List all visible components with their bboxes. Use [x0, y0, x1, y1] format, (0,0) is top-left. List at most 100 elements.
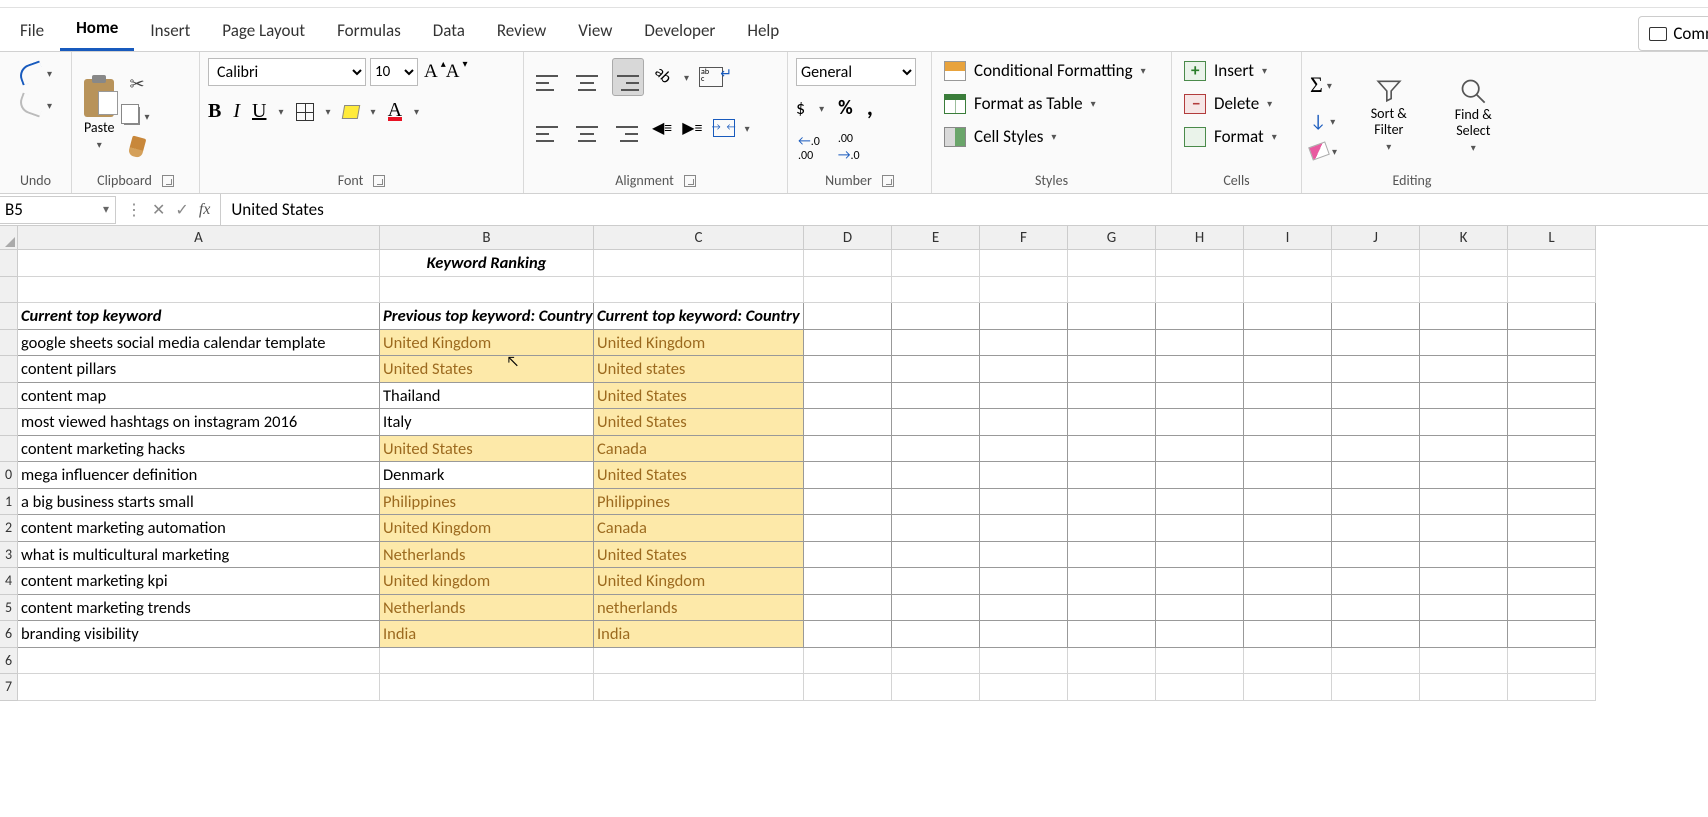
cell[interactable] [1420, 303, 1508, 330]
cell[interactable] [1508, 595, 1596, 622]
cell[interactable] [1420, 409, 1508, 436]
cell[interactable] [1420, 648, 1508, 675]
cell[interactable] [892, 648, 980, 675]
copy-button[interactable]: ▾ [124, 107, 149, 125]
cell[interactable] [1156, 621, 1244, 648]
cell[interactable]: most viewed hashtags on instagram 2016 [18, 409, 380, 436]
cell[interactable]: United States [594, 409, 804, 436]
cell[interactable] [804, 542, 892, 569]
spreadsheet-grid[interactable]: ABCDEFGHIJKL Keyword RankingCurrent top … [0, 226, 1708, 766]
row-header[interactable]: 6 [0, 621, 18, 648]
cell[interactable] [1068, 515, 1156, 542]
cell[interactable] [804, 595, 892, 622]
cell[interactable] [1508, 489, 1596, 516]
cell[interactable]: netherlands [594, 595, 804, 622]
cell[interactable] [1244, 674, 1332, 701]
cell[interactable] [980, 568, 1068, 595]
cell[interactable] [892, 568, 980, 595]
cell[interactable]: United Kingdom [380, 330, 594, 357]
cell[interactable] [1332, 409, 1420, 436]
cell[interactable] [804, 277, 892, 304]
cell[interactable] [980, 674, 1068, 701]
cell[interactable] [1156, 409, 1244, 436]
cell[interactable] [1068, 250, 1156, 277]
cell[interactable] [1332, 356, 1420, 383]
number-dialog-icon[interactable] [882, 175, 894, 187]
row-header[interactable]: 4 [0, 568, 18, 595]
cell[interactable] [892, 409, 980, 436]
row-header[interactable] [0, 383, 18, 410]
percent-button[interactable]: % [838, 96, 853, 120]
cell[interactable] [1068, 330, 1156, 357]
orientation-button[interactable]: ab [650, 63, 678, 91]
cell[interactable] [1068, 595, 1156, 622]
cell[interactable] [980, 383, 1068, 410]
cell[interactable]: United States [594, 462, 804, 489]
cell[interactable]: content marketing automation [18, 515, 380, 542]
cell[interactable] [1156, 330, 1244, 357]
cell[interactable] [1244, 462, 1332, 489]
increase-indent-button[interactable]: ▶≡ [682, 118, 702, 138]
cell[interactable] [1156, 356, 1244, 383]
cell[interactable] [892, 674, 980, 701]
cell[interactable] [1420, 595, 1508, 622]
cell[interactable] [1244, 436, 1332, 463]
cell[interactable] [1420, 356, 1508, 383]
cell[interactable] [1244, 515, 1332, 542]
cell[interactable] [1508, 648, 1596, 675]
format-as-table-button[interactable]: Format as Table ▾ [940, 91, 1100, 116]
borders-button[interactable] [296, 103, 314, 121]
cell[interactable] [380, 277, 594, 304]
cell[interactable]: United States [594, 383, 804, 410]
cell[interactable] [980, 330, 1068, 357]
cell[interactable]: United Kingdom [594, 330, 804, 357]
cell[interactable]: Thailand [380, 383, 594, 410]
expand-button[interactable]: ⋮ [122, 200, 146, 220]
cell[interactable] [1332, 568, 1420, 595]
row-header[interactable] [0, 330, 18, 357]
shrink-font-button[interactable]: A [444, 61, 462, 83]
tab-home[interactable]: Home [60, 9, 134, 51]
sort-filter-button[interactable]: Sort & Filter▾ [1351, 76, 1427, 155]
cell[interactable] [18, 648, 380, 675]
cell[interactable]: Philippines [380, 489, 594, 516]
cell[interactable]: United States [380, 356, 594, 383]
increase-decimal-button[interactable]: ←.0.00 [796, 130, 822, 165]
redo-button[interactable]: ▾ [19, 96, 52, 114]
cell[interactable]: google sheets social media calendar temp… [18, 330, 380, 357]
cell[interactable]: a big business starts small [18, 489, 380, 516]
enter-button[interactable]: ✓ [171, 200, 192, 220]
align-center-button[interactable] [572, 110, 602, 146]
cell[interactable] [980, 621, 1068, 648]
cell[interactable]: United states [594, 356, 804, 383]
col-header-I[interactable]: I [1244, 226, 1332, 250]
cell[interactable] [1332, 303, 1420, 330]
cell[interactable]: Canada [594, 436, 804, 463]
row-header[interactable] [0, 409, 18, 436]
cell[interactable] [892, 356, 980, 383]
merge-center-button[interactable] [713, 119, 735, 137]
select-all-corner[interactable] [0, 226, 18, 250]
currency-button[interactable]: $ [796, 97, 805, 119]
cell[interactable] [1068, 568, 1156, 595]
cell[interactable] [1332, 462, 1420, 489]
tab-formulas[interactable]: Formulas [321, 12, 417, 51]
cell[interactable] [1068, 648, 1156, 675]
cell[interactable] [804, 409, 892, 436]
fill-button[interactable]: ↓▾ [1310, 110, 1335, 132]
cell[interactable] [1156, 489, 1244, 516]
cell[interactable] [892, 303, 980, 330]
row-header[interactable]: 6 [0, 648, 18, 675]
align-top-button[interactable] [532, 59, 562, 95]
cell[interactable] [892, 489, 980, 516]
cell[interactable] [1332, 489, 1420, 516]
insert-cells-button[interactable]: Insert ▾ [1180, 58, 1271, 83]
cell[interactable] [1068, 542, 1156, 569]
cell[interactable] [980, 303, 1068, 330]
cell[interactable] [1332, 436, 1420, 463]
cell[interactable] [1332, 674, 1420, 701]
cell[interactable] [1420, 542, 1508, 569]
cell[interactable] [594, 277, 804, 304]
cell[interactable] [1244, 409, 1332, 436]
cell[interactable] [980, 250, 1068, 277]
